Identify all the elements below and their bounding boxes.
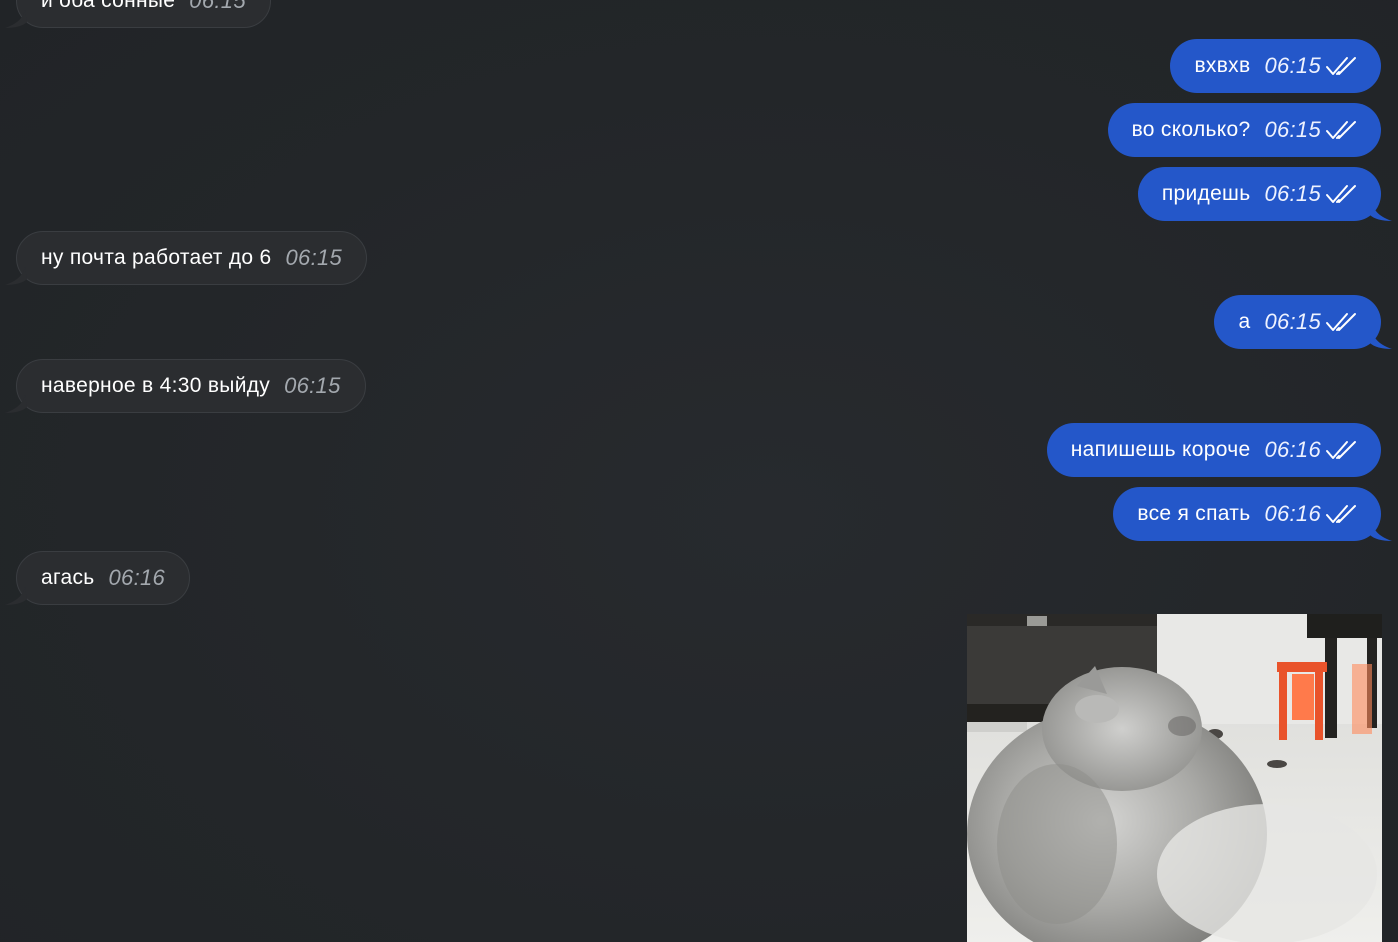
double-check-icon [1326,313,1356,331]
message-bubble-outgoing[interactable]: вхвхв 06:15 [1170,39,1381,93]
message-text: наверное в 4:30 выйду [41,374,271,397]
message-text: а [1238,310,1251,333]
message-text: агась [41,566,95,589]
message-text: во сколько? [1131,118,1251,141]
double-check-icon [1326,505,1356,523]
message-text: придешь [1161,182,1251,205]
chat-area[interactable]: и оба сонные 06:15 вхвхв 06:15 во скольк… [0,0,1398,942]
message-bubble-incoming[interactable]: наверное в 4:30 выйду 06:15 [16,359,366,413]
message-time: 06:15 [189,0,246,13]
message-time: 06:16 [1264,437,1321,462]
message-text: напишешь короче [1070,438,1251,461]
message-time: 06:15 [284,373,341,398]
double-check-icon [1326,121,1356,139]
message-text: ну почта работает до 6 [41,246,272,269]
double-check-icon [1326,57,1356,75]
message-time: 06:16 [108,565,166,590]
message-bubble-outgoing[interactable]: напишешь короче 06:16 [1046,423,1381,477]
cat-photo-image [967,614,1382,942]
cat-photo[interactable] [967,614,1382,942]
message-time: 06:15 [1264,309,1321,334]
message-bubble-outgoing[interactable]: во сколько? 06:15 [1107,103,1381,157]
message-time: 06:15 [1264,181,1321,206]
message-bubble-incoming[interactable]: агась 06:16 [16,551,191,605]
double-check-icon [1326,441,1356,459]
message-time: 06:16 [1264,501,1321,526]
double-check-icon [1326,185,1356,203]
bubble-tail [1370,523,1392,541]
message-text: все я спать [1137,502,1251,525]
bubble-tail [5,267,27,285]
message-bubble-outgoing[interactable]: придешь 06:15 [1137,167,1381,221]
message-time: 06:15 [285,245,343,270]
message-bubble-incoming[interactable]: ну почта работает до 6 06:15 [16,231,368,285]
message-text: вхвхв [1194,54,1251,77]
message-bubble-outgoing[interactable]: все я спать 06:16 [1113,487,1381,541]
bubble-tail [5,395,27,413]
message-bubble-outgoing[interactable]: а 06:15 [1214,295,1381,349]
message-time: 06:15 [1264,53,1321,78]
message-text: и оба сонные [41,0,176,12]
bubble-tail [1370,203,1392,221]
bubble-tail [5,587,27,605]
message-time: 06:15 [1264,117,1321,142]
bubble-tail [5,10,27,28]
message-bubble-incoming[interactable]: и оба сонные 06:15 [16,0,271,28]
bubble-tail [1370,331,1392,349]
